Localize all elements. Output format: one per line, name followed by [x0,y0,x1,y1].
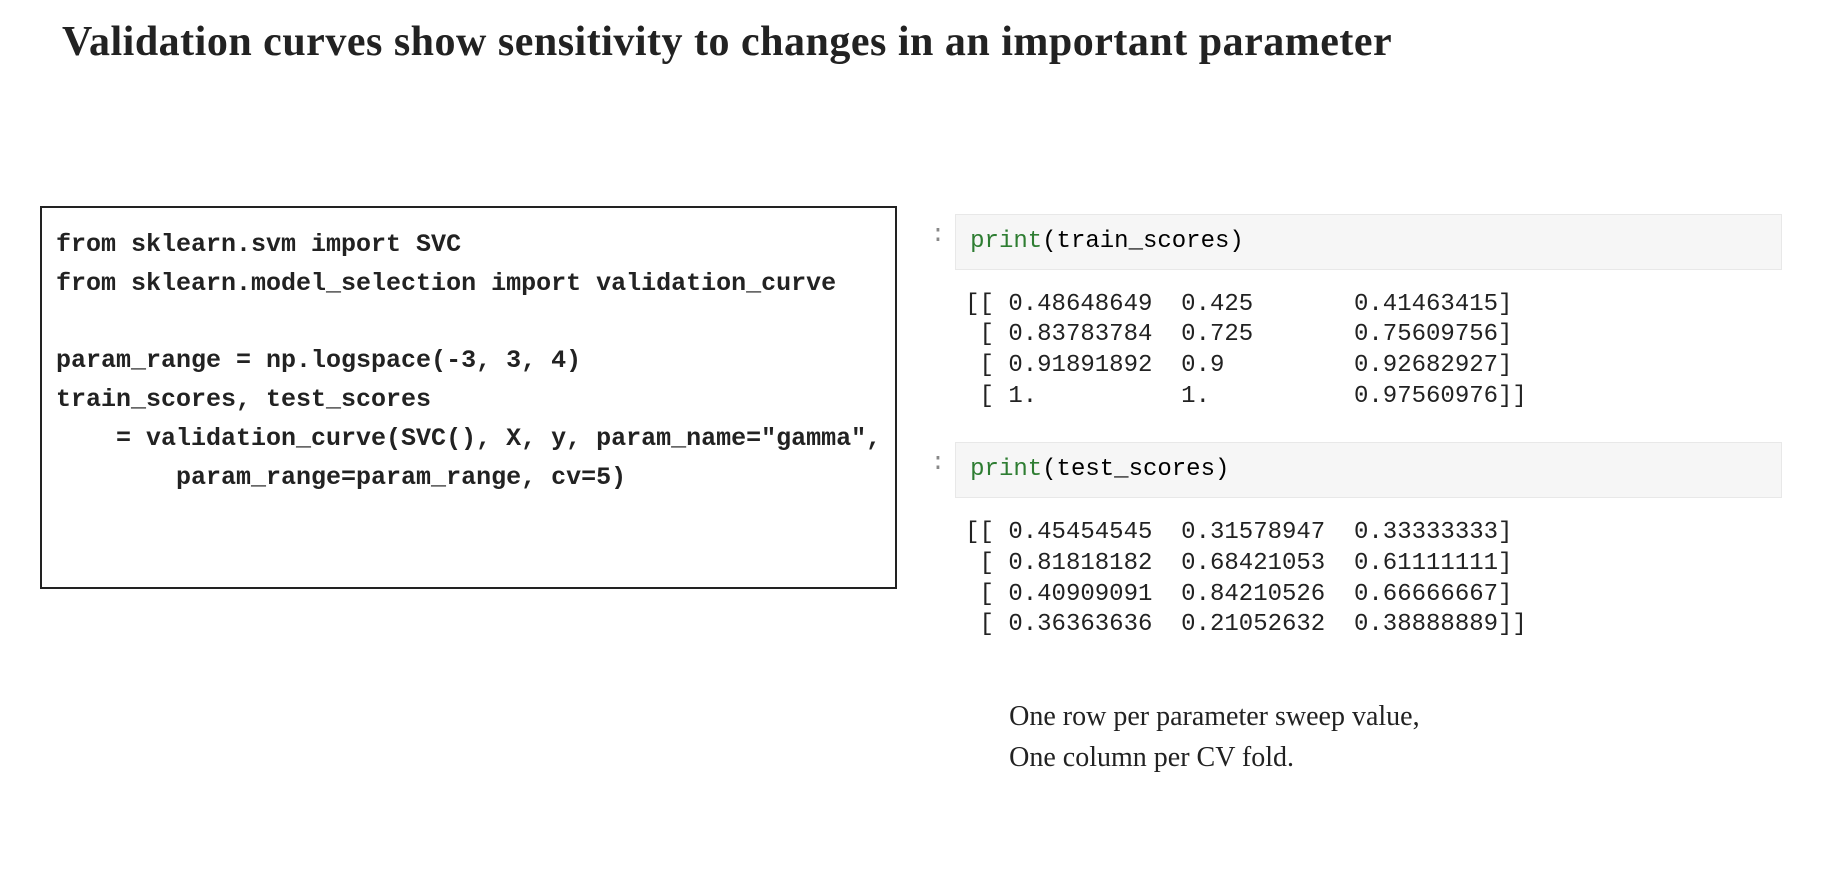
cell-input-2[interactable]: print(test_scores) [955,442,1782,498]
cell-prompt: : [927,214,955,249]
cell-prompt: : [927,442,955,477]
cell-input-1[interactable]: print(train_scores) [955,214,1782,270]
left-panel: from sklearn.svm import SVC from sklearn… [40,206,897,778]
right-panel: : print(train_scores) [[ 0.48648649 0.42… [927,206,1782,778]
notebook-cell-1: : print(train_scores) [927,214,1782,270]
print-args: (test_scores) [1042,456,1229,483]
caption-line-2: One column per CV fold. [1009,738,1782,779]
code-block-left: from sklearn.svm import SVC from sklearn… [40,206,897,589]
print-keyword: print [970,456,1042,483]
slide-title: Validation curves show sensitivity to ch… [0,0,1822,66]
print-keyword: print [970,228,1042,255]
notebook-cell-2: : print(test_scores) [927,442,1782,498]
caption-line-1: One row per parameter sweep value, [1009,697,1782,738]
cell-output-1: [[ 0.48648649 0.425 0.41463415] [ 0.8378… [955,276,1782,443]
print-args: (train_scores) [1042,228,1244,255]
cell-output-2: [[ 0.45454545 0.31578947 0.33333333] [ 0… [955,504,1782,671]
caption: One row per parameter sweep value, One c… [1009,697,1782,778]
content-area: from sklearn.svm import SVC from sklearn… [0,206,1822,778]
